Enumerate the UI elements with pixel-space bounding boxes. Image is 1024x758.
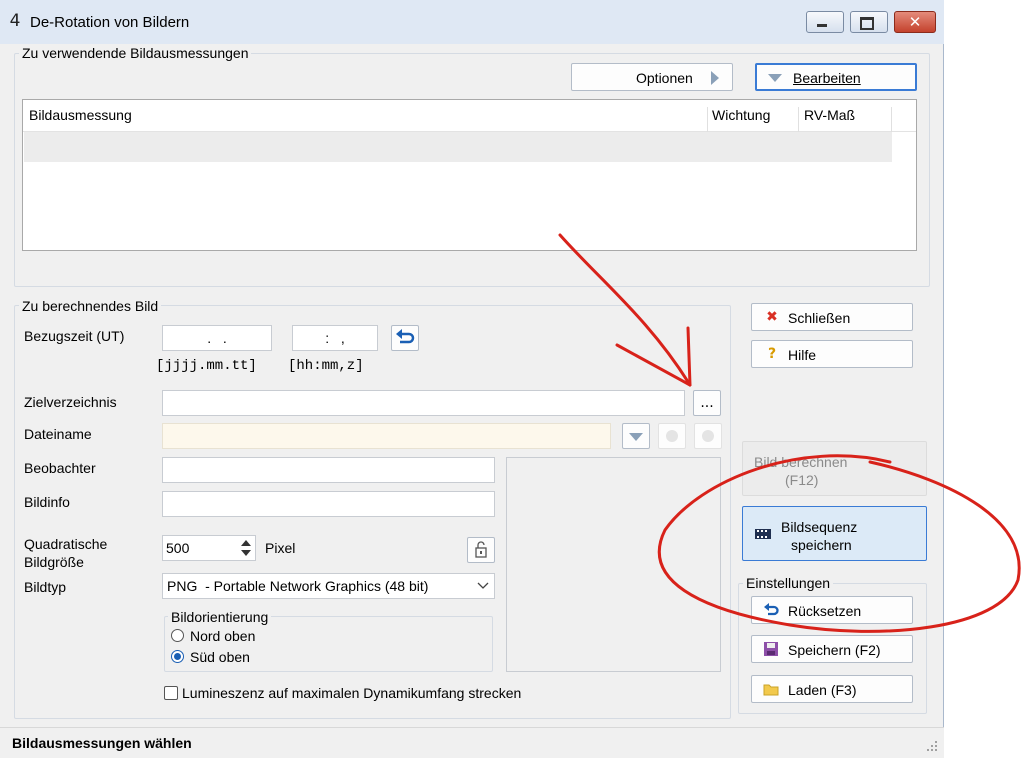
table-header: Bildausmessung Wichtung RV-Maß	[23, 100, 916, 138]
imageinfo-label: Bildinfo	[24, 494, 70, 510]
table-row[interactable]	[24, 132, 892, 162]
reset-time-button[interactable]	[391, 325, 419, 351]
options-button[interactable]: Optionen	[571, 63, 733, 91]
date-input[interactable]: . .	[162, 325, 272, 351]
time-input[interactable]: : ,	[292, 325, 378, 351]
orient-north-radio[interactable]	[171, 629, 184, 642]
filename-input[interactable]	[162, 423, 611, 449]
reset-label: Rücksetzen	[788, 603, 862, 619]
edit-button[interactable]: Bearbeiten	[755, 63, 917, 91]
reset-button[interactable]: Rücksetzen	[751, 596, 913, 624]
imagetype-select[interactable]: PNG - Portable Network Graphics (48 bit)	[162, 573, 495, 599]
lock-icon	[475, 541, 487, 558]
ref-time-label: Bezugszeit (UT)	[24, 328, 125, 344]
column-header-measurement[interactable]: Bildausmessung	[29, 107, 132, 123]
browse-button[interactable]: ...	[693, 390, 721, 416]
close-button[interactable]: ✖ Schließen	[751, 303, 913, 331]
orient-south-label[interactable]: Süd oben	[190, 649, 250, 665]
luminance-checkbox[interactable]	[164, 686, 178, 700]
load-settings-label: Laden (F3)	[788, 682, 857, 698]
orient-north-label[interactable]: Nord oben	[190, 628, 255, 644]
close-icon: ✕	[908, 13, 922, 31]
filename-dropdown-button[interactable]	[622, 423, 650, 449]
square-size-label-2: Bildgröße	[24, 554, 84, 570]
app-icon: 4	[9, 11, 21, 31]
folder-icon	[763, 684, 779, 696]
film-icon	[755, 529, 771, 539]
observer-label: Beobachter	[24, 460, 96, 476]
maximize-button[interactable]	[850, 11, 888, 33]
edit-label: Bearbeiten	[793, 70, 861, 86]
window-title: De-Rotation von Bildern	[30, 14, 190, 31]
save-settings-label: Speichern (F2)	[788, 642, 881, 658]
undo-icon	[396, 329, 415, 344]
target-dir-label: Zielverzeichnis	[24, 394, 117, 410]
sequence-label-2: speichern	[791, 537, 852, 553]
load-settings-button[interactable]: Laden (F3)	[751, 675, 913, 703]
date-value: . .	[207, 330, 227, 346]
imagetype-value: PNG - Portable Network Graphics (48 bit)	[167, 578, 429, 594]
main-window: 4 De-Rotation von Bildern ✕ Zu verwenden…	[0, 0, 944, 758]
close-label: Schließen	[788, 310, 851, 326]
square-size-value: 500	[166, 540, 190, 556]
save-sequence-button[interactable]: Bildsequenz speichern	[742, 506, 927, 561]
image-group-label: Zu berechnendes Bild	[19, 298, 162, 314]
lock-button[interactable]	[467, 537, 495, 563]
filename-label: Dateiname	[24, 426, 92, 442]
measurements-table[interactable]: Bildausmessung Wichtung RV-Maß	[22, 99, 917, 251]
chevron-down-icon	[768, 74, 782, 82]
floppy-icon	[764, 642, 778, 656]
imageinfo-input[interactable]	[162, 491, 495, 517]
orientation-group-label: Bildorientierung	[168, 609, 272, 625]
options-label: Optionen	[636, 70, 693, 86]
spinner-arrows-icon[interactable]	[239, 538, 253, 558]
close-window-button[interactable]: ✕	[894, 11, 936, 33]
chevron-down-icon	[477, 582, 489, 589]
help-icon: ?	[767, 346, 777, 362]
column-header-rv[interactable]: RV-Maß	[804, 107, 855, 123]
compute-image-button[interactable]: Bild berechnen (F12)	[742, 441, 927, 496]
chevron-right-icon	[711, 71, 719, 85]
circle-icon	[702, 430, 714, 442]
chevron-down-icon	[629, 433, 643, 441]
title-bar[interactable]: 4 De-Rotation von Bildern ✕	[0, 0, 944, 44]
time-format-hint: [hh:mm,z]	[288, 358, 364, 374]
help-button[interactable]: ? Hilfe	[751, 340, 913, 368]
date-format-hint: [jjjj.mm.tt]	[156, 358, 257, 374]
column-header-weight[interactable]: Wichtung	[712, 107, 770, 123]
settings-group-label: Einstellungen	[743, 575, 834, 591]
help-label: Hilfe	[788, 347, 817, 363]
target-dir-input[interactable]	[162, 390, 685, 416]
measurements-group-label: Zu verwendende Bildausmessungen	[19, 45, 252, 61]
circle-icon	[666, 430, 678, 442]
pixel-label: Pixel	[265, 540, 296, 556]
save-settings-button[interactable]: Speichern (F2)	[751, 635, 913, 663]
imagetype-label: Bildtyp	[24, 579, 67, 595]
compute-label-1: Bild berechnen	[754, 454, 848, 470]
observer-input[interactable]	[162, 457, 495, 483]
resize-grip-icon[interactable]	[926, 740, 938, 752]
close-x-icon: ✖	[766, 309, 778, 325]
orient-south-radio[interactable]	[171, 650, 184, 663]
square-size-label-1: Quadratische	[24, 536, 108, 552]
time-value: : ,	[325, 330, 345, 346]
minimize-button[interactable]	[806, 11, 844, 33]
sequence-label-1: Bildsequenz	[781, 519, 858, 535]
undo-icon	[764, 603, 779, 616]
luminance-label[interactable]: Lumineszenz auf maximalen Dynamikumfang …	[182, 685, 521, 701]
filename-next-button[interactable]	[694, 423, 722, 449]
square-size-spinner[interactable]: 500	[162, 535, 256, 561]
browse-label: ...	[700, 395, 714, 411]
status-bar: Bildausmessungen wählen	[0, 727, 944, 758]
image-preview	[506, 457, 721, 672]
status-text: Bildausmessungen wählen	[12, 735, 192, 751]
compute-label-2: (F12)	[785, 472, 819, 488]
filename-prev-button[interactable]	[658, 423, 686, 449]
